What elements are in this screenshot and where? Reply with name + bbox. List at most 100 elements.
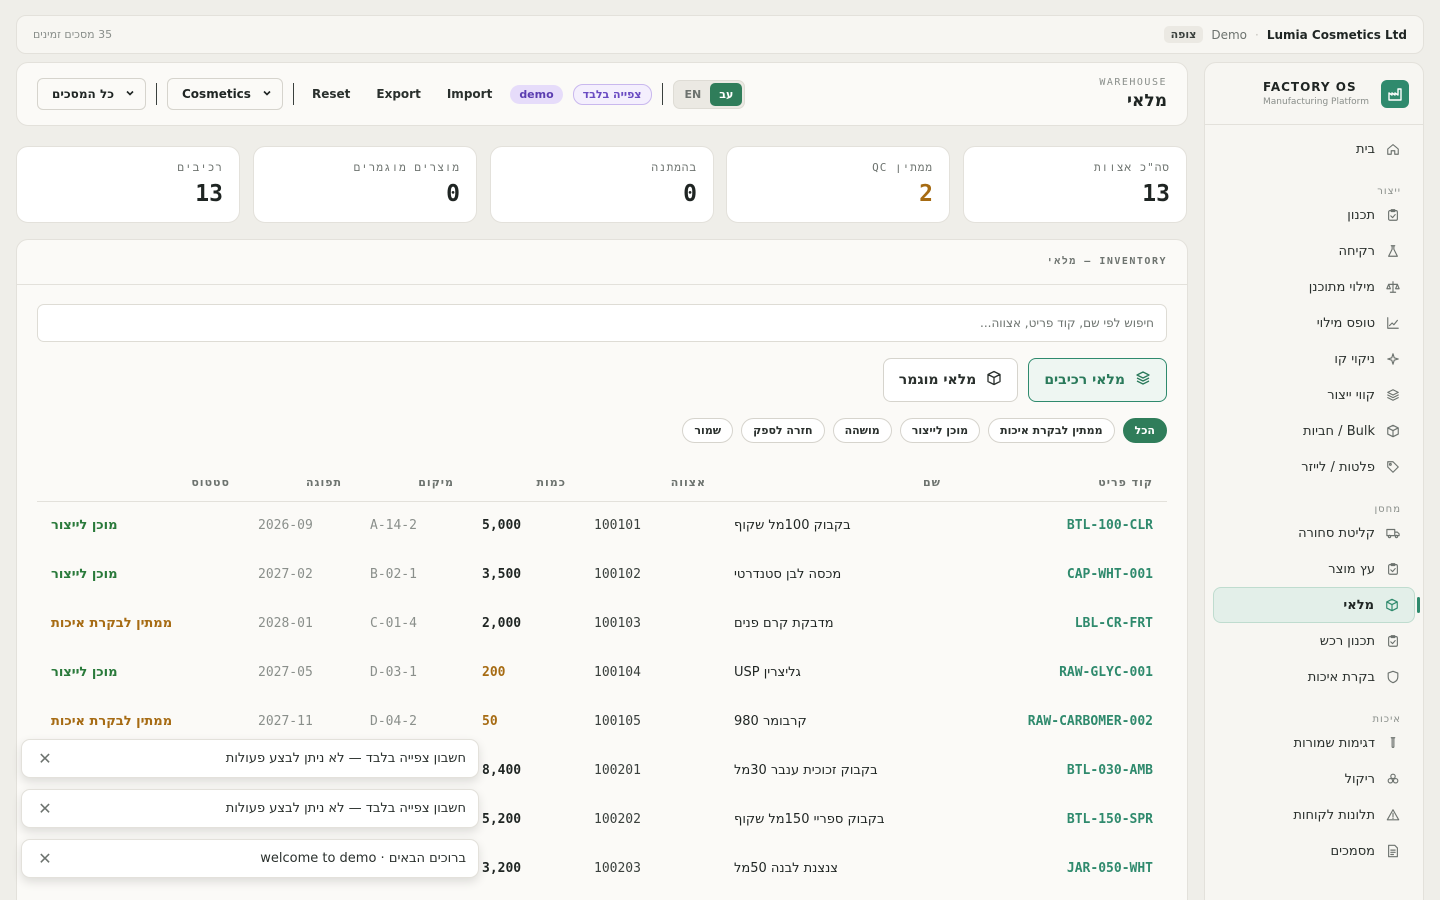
stat-value: 2 bbox=[919, 181, 933, 207]
toast-message: ברוכים הבאים · welcome to demo bbox=[260, 851, 466, 866]
sidebar-item-label: תלונות לקוחות bbox=[1293, 807, 1375, 823]
cell-batch: 100105 bbox=[594, 714, 641, 729]
biohazard-icon bbox=[1385, 771, 1401, 787]
sidebar-item[interactable]: טופס מילוי bbox=[1213, 305, 1415, 341]
filter-chip[interactable]: מושהה bbox=[832, 418, 892, 443]
column-header-name[interactable]: שם bbox=[720, 465, 955, 502]
sidebar-item-label: ניקוי קו bbox=[1334, 351, 1375, 367]
sidebar-item[interactable]: בקרת איכות bbox=[1213, 659, 1415, 695]
nav-section-label: מחסן bbox=[1374, 504, 1401, 515]
toast-notification: חשבון צפייה בלבד — לא ניתן לבצע פעולות ✕ bbox=[21, 739, 479, 778]
sidebar-item[interactable]: מילוי מתוכנן bbox=[1213, 269, 1415, 305]
nav-section-label: איכות bbox=[1372, 714, 1401, 725]
sidebar-item[interactable]: מסמכים bbox=[1213, 833, 1415, 869]
cell-sku: BTL-030-AMB bbox=[1066, 763, 1153, 778]
export-button[interactable]: Export bbox=[368, 87, 428, 101]
sidebar-item-label: מלאי bbox=[1343, 597, 1374, 613]
sidebar-item[interactable]: Bulk / חביות bbox=[1213, 413, 1415, 449]
sidebar-item-label: טופס מילוי bbox=[1316, 315, 1375, 331]
sidebar-item[interactable]: תכנון bbox=[1213, 197, 1415, 233]
finished-inventory-label: מלאי מוגמר bbox=[898, 372, 977, 388]
warning-icon bbox=[1385, 807, 1401, 823]
top-bar: Lumia Cosmetics Ltd · Demo צופה 35 מסכים… bbox=[16, 15, 1424, 54]
sidebar-item[interactable]: קליטת סחורה bbox=[1213, 515, 1415, 551]
category-select[interactable]: Cosmetics bbox=[167, 78, 283, 110]
table-row[interactable]: BTL-100-CLR בקבוק 100מל שקוף 100101 5,000 A-… bbox=[37, 501, 1167, 550]
cell-qty: 200 bbox=[482, 665, 506, 680]
sidebar-item-label: עץ מוצר bbox=[1328, 561, 1375, 577]
cell-status: מוכן לייצור bbox=[51, 518, 118, 534]
sidebar-item[interactable]: רקיחה bbox=[1213, 233, 1415, 269]
stat-label: סה"כ אצוות bbox=[1093, 161, 1170, 174]
cell-loc: C-01-4 bbox=[370, 616, 417, 631]
sidebar-item-label: בית bbox=[1356, 141, 1375, 157]
lang-en-button[interactable]: EN bbox=[676, 83, 711, 106]
lang-he-button[interactable]: עב bbox=[710, 82, 743, 106]
box-icon bbox=[1385, 423, 1401, 439]
reset-button[interactable]: Reset bbox=[304, 87, 358, 101]
column-header-batch[interactable]: אצווה bbox=[580, 465, 720, 502]
search-input[interactable]: חיפוש לפי שם, קוד פריט, אצווה... bbox=[37, 304, 1167, 342]
sidebar-item-label: בקרת איכות bbox=[1307, 669, 1375, 685]
sidebar-item[interactable]: פלטות / לייזר bbox=[1213, 449, 1415, 485]
column-header-status[interactable]: סטטוס bbox=[37, 465, 244, 502]
table-row[interactable]: RAW-GLYC-001 גליצרין USP 100104 200 D-03-1 20… bbox=[37, 648, 1167, 697]
filter-chip[interactable]: שמור bbox=[682, 418, 734, 443]
column-header-expiry[interactable]: תפוגה bbox=[244, 465, 356, 502]
viewer-badge: צופה bbox=[1163, 26, 1204, 43]
cell-loc: D-03-1 bbox=[370, 665, 417, 680]
cell-sku: BTL-150-SPR bbox=[1066, 812, 1153, 827]
column-header-qty[interactable]: כמות bbox=[468, 465, 580, 502]
cell-batch: 100104 bbox=[594, 665, 641, 680]
stat-label: בהמתנה bbox=[651, 161, 697, 174]
filter-chip[interactable]: חזרה לספק bbox=[741, 418, 825, 443]
sidebar-item[interactable]: מלאי bbox=[1213, 587, 1420, 623]
filter-chip[interactable]: מוכן לייצור bbox=[899, 418, 981, 443]
sidebar-item[interactable]: בית bbox=[1213, 131, 1415, 167]
cell-sku: BTL-100-CLR bbox=[1066, 518, 1153, 534]
finished-inventory-button[interactable]: מלאי מוגמר bbox=[882, 358, 1019, 402]
stat-label: ממתין QC bbox=[872, 161, 933, 174]
table-row[interactable]: LBL-CR-FRT מדבקת קרם פנים 100103 2,000 C-01-… bbox=[37, 599, 1167, 648]
table-row[interactable]: CAP-WHT-001 מכסה לבן סטנדרטי 100102 3,500 B-… bbox=[37, 550, 1167, 599]
cell-batch: 100103 bbox=[594, 616, 641, 631]
sidebar-item[interactable]: קווי ייצור bbox=[1213, 377, 1415, 413]
chevron-down-icon bbox=[125, 87, 135, 101]
divider bbox=[293, 83, 294, 105]
screens-count: 35 מסכים זמינים bbox=[33, 28, 113, 41]
stat-card-awaiting-qc: ממתין QC 2 bbox=[726, 146, 950, 223]
sidebar-item-label: דגימות שמורות bbox=[1293, 735, 1375, 751]
cell-sku: JAR-050-WHT bbox=[1066, 861, 1153, 876]
cell-status: ממתין לבקרת איכות bbox=[51, 616, 173, 631]
sidebar-item[interactable]: תלונות לקוחות bbox=[1213, 797, 1415, 833]
cell-name: מדבקת קרם פנים bbox=[734, 616, 834, 631]
category-select-value: Cosmetics bbox=[182, 87, 251, 101]
filter-chip[interactable]: הכל bbox=[1122, 418, 1167, 443]
cell-name: בקבוק 100מל שקוף bbox=[734, 518, 851, 534]
stat-card-components: רכיבים 13 bbox=[16, 146, 240, 223]
sidebar-item[interactable]: ניקוי קו bbox=[1213, 341, 1415, 377]
sidebar-nav: בית ייצור תכנון רקיחה מילוי מתוכנן טופס מילוי… bbox=[1205, 125, 1423, 869]
cell-name: צנצנת לבנה 50מל bbox=[734, 861, 839, 876]
sidebar-item[interactable]: ריקול bbox=[1213, 761, 1415, 797]
close-icon[interactable]: ✕ bbox=[34, 798, 56, 820]
sidebar-item[interactable]: עץ מוצר bbox=[1213, 551, 1415, 587]
cell-batch: 100101 bbox=[594, 518, 641, 534]
cell-batch: 100201 bbox=[594, 763, 641, 778]
cell-batch: 100102 bbox=[594, 567, 641, 582]
panel-title: INVENTORY — מלאי bbox=[17, 240, 1187, 285]
factory-logo-icon bbox=[1381, 79, 1409, 108]
column-header-sku[interactable]: קוד פריט bbox=[955, 465, 1167, 502]
screens-select[interactable]: כל המסכים bbox=[37, 78, 146, 110]
column-header-location[interactable]: מיקום bbox=[356, 465, 468, 502]
close-icon[interactable]: ✕ bbox=[34, 848, 56, 870]
cell-qty: 5,000 bbox=[482, 518, 522, 534]
import-button[interactable]: Import bbox=[439, 87, 500, 101]
sidebar-item-label: תכנון bbox=[1347, 207, 1375, 223]
close-icon[interactable]: ✕ bbox=[34, 748, 56, 770]
components-inventory-button[interactable]: מלאי רכיבים bbox=[1028, 358, 1167, 402]
filter-chip[interactable]: ממתין לבקרת איכות bbox=[988, 418, 1115, 443]
cell-loc: A-14-2 bbox=[370, 518, 417, 534]
sidebar-item[interactable]: דגימות שמורות bbox=[1213, 725, 1415, 761]
sidebar-item[interactable]: תכנון רכש bbox=[1213, 623, 1415, 659]
